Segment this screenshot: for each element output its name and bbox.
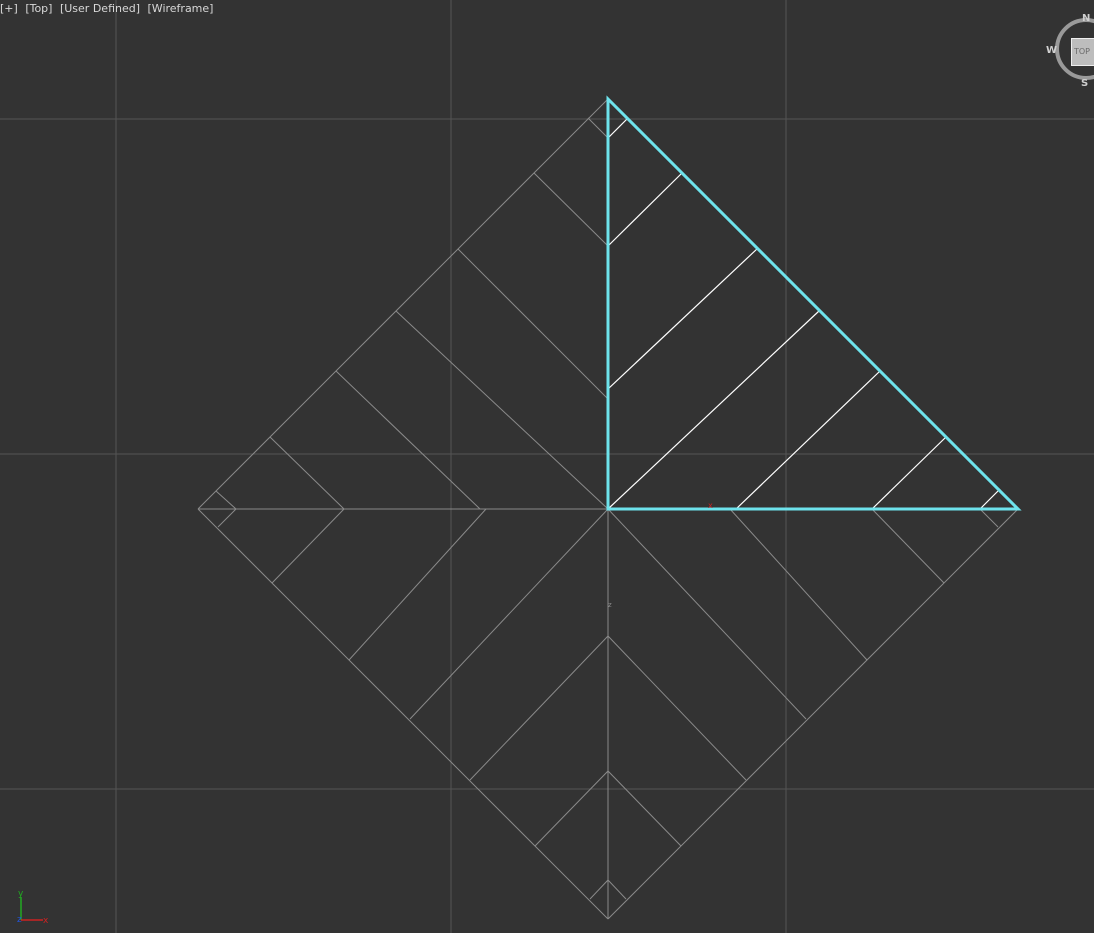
selected-face-edge (979, 488, 1001, 510)
plane-edge (271, 508, 345, 584)
compass-west-label: W (1046, 45, 1058, 56)
plane-edge (607, 635, 747, 781)
plane-edge (348, 508, 487, 661)
plane-edge (217, 508, 237, 528)
viewport-point-of-view-label[interactable]: [Top] (25, 2, 52, 15)
home-grid (0, 0, 1094, 933)
plane-edge (335, 370, 481, 510)
plane-edge (409, 508, 609, 720)
selected-face-edge (607, 117, 629, 139)
viewport-menu-plus[interactable]: [+] (0, 2, 18, 15)
plane-edge (534, 770, 609, 847)
axis-tripod-y-label: y (18, 889, 24, 899)
wireframe-scene[interactable]: x z y z x (0, 0, 1094, 933)
gizmo-z-label: z (608, 601, 612, 609)
axis-tripod-z-label: z (17, 915, 22, 925)
selected-face-edge (607, 310, 820, 510)
plane-edge (269, 436, 345, 510)
compass-south-label: S (1081, 78, 1089, 89)
plane-edge (395, 310, 609, 510)
plane-edge (607, 508, 807, 720)
plane-edge (197, 508, 609, 920)
gizmo-x-label: x (708, 501, 713, 510)
plane-edge (589, 879, 609, 900)
viewport-label-menu: [+] [Top] [User Defined] [Wireframe] (0, 2, 217, 18)
viewport-user-defined-label[interactable]: [User Defined] (60, 2, 140, 15)
selected-face-edge (607, 247, 759, 390)
plane-edge (607, 508, 1019, 920)
viewcube[interactable]: TOP N W S (1045, 12, 1094, 92)
plane-edge (979, 508, 999, 528)
plane-edge (469, 635, 609, 781)
plane-edge (215, 490, 237, 510)
viewcube-top-face[interactable]: TOP (1071, 38, 1094, 66)
selected-triangle-face[interactable] (606, 95, 1022, 511)
viewport-top[interactable]: x z y z x [+] [Top] [User Defined] [Wire… (0, 0, 1094, 933)
plane-edge (871, 508, 945, 584)
selected-triangle-outline[interactable] (606, 95, 1022, 511)
plane-edge (607, 770, 682, 847)
viewport-shading-label[interactable]: [Wireframe] (148, 2, 214, 15)
plane-edge (457, 248, 609, 400)
selected-face-edge (871, 436, 947, 510)
plane-edge (197, 98, 609, 510)
selected-face-edge (607, 172, 683, 247)
plane-edge (533, 172, 609, 247)
plane-edge (607, 879, 627, 900)
axis-tripod: y z x (17, 889, 49, 926)
axis-tripod-x-label: x (43, 916, 49, 926)
transform-gizmo[interactable]: x z (608, 501, 713, 609)
selected-face-edge (735, 370, 881, 510)
compass-north-label: N (1082, 13, 1091, 24)
plane-edge (587, 117, 609, 139)
plane-edge (729, 508, 868, 661)
